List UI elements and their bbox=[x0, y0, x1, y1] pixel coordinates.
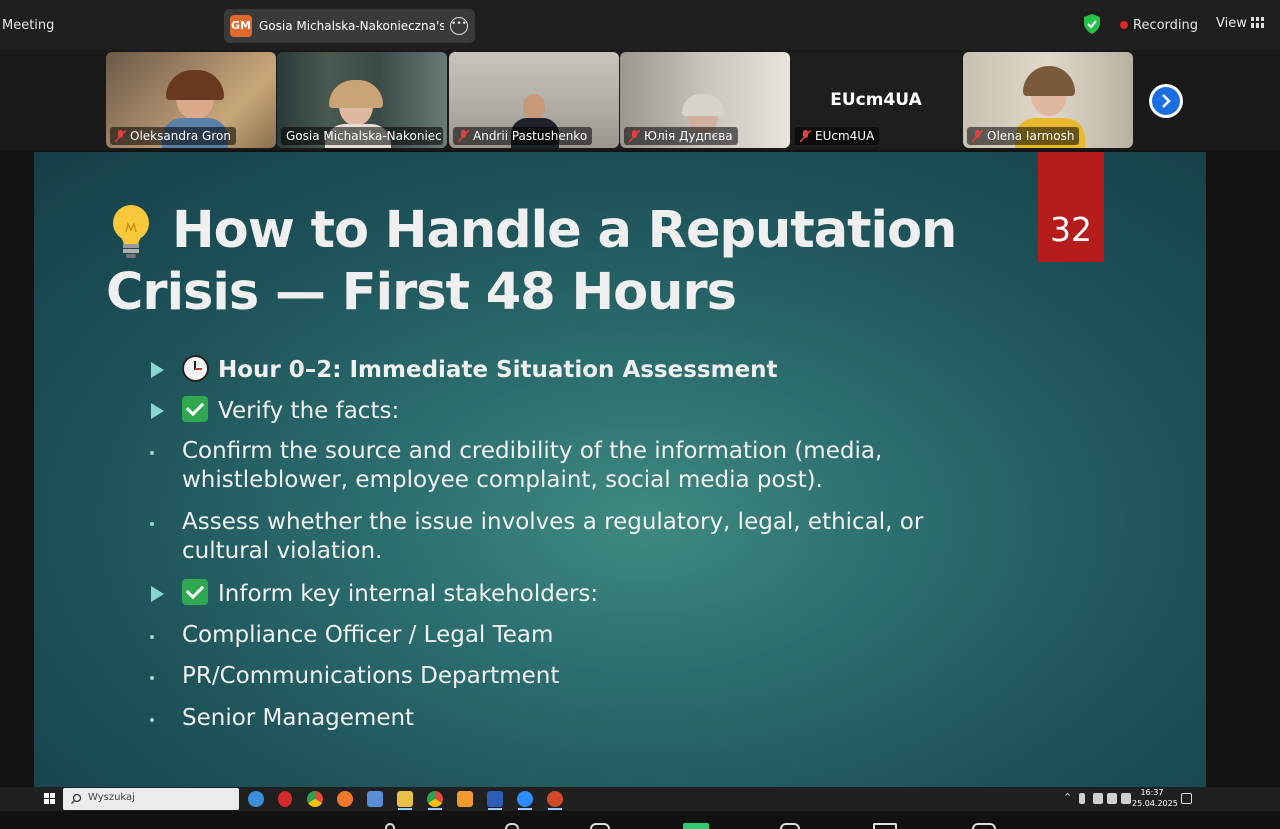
slide-title-line1: How to Handle a Reputation bbox=[172, 201, 957, 260]
reactions-icon[interactable] bbox=[780, 823, 800, 829]
active-app-indicator bbox=[428, 808, 442, 810]
check-icon bbox=[182, 579, 208, 605]
search-placeholder: Wyszukaj bbox=[88, 792, 135, 803]
participant-name: Gosia Michalska-Nakoniec... bbox=[281, 127, 443, 145]
active-app-indicator bbox=[488, 808, 502, 810]
participant-tile[interactable]: Olena Iarmosh bbox=[963, 52, 1133, 148]
participant-tile[interactable]: EUcm4UA EUcm4UA bbox=[791, 52, 961, 148]
chrome-profile-icon[interactable] bbox=[427, 791, 443, 807]
next-participants-button[interactable] bbox=[1149, 84, 1183, 118]
mic-muted-icon bbox=[629, 130, 640, 142]
windows-taskbar: Wyszukaj ⌃ 16:37 25.04.2025 bbox=[0, 787, 1280, 811]
bullet-text: PR/Communications Department bbox=[182, 663, 560, 689]
search-icon bbox=[71, 793, 82, 804]
paint-icon[interactable] bbox=[457, 791, 473, 807]
slide-number: 32 bbox=[1050, 210, 1092, 249]
active-app-indicator bbox=[518, 808, 532, 810]
volume-icon[interactable] bbox=[1121, 793, 1131, 804]
mic-muted-icon bbox=[115, 130, 126, 142]
bullet-text: Senior Management bbox=[182, 705, 415, 731]
zoom-controls-bar bbox=[0, 811, 1280, 829]
system-time[interactable]: 16:37 bbox=[1137, 788, 1167, 797]
folder-icon[interactable] bbox=[397, 791, 413, 807]
chrome-icon[interactable] bbox=[307, 791, 323, 807]
word-icon[interactable] bbox=[487, 791, 503, 807]
taskbar-search[interactable]: Wyszukaj bbox=[63, 788, 239, 810]
slide-title: How to Handle a Reputation Crisis — Firs… bbox=[106, 200, 1006, 324]
slide-title-line2: Crisis — First 48 Hours bbox=[106, 263, 737, 322]
display-icon[interactable] bbox=[1093, 793, 1103, 804]
participant-name: Юлія Дудпєва bbox=[624, 127, 738, 145]
shield-check-icon[interactable] bbox=[1083, 14, 1101, 34]
meeting-title: Meeting bbox=[2, 18, 55, 33]
recording-label[interactable]: Recording bbox=[1133, 18, 1198, 33]
participants-icon[interactable] bbox=[590, 823, 610, 829]
bullet-text: Compliance Officer / Legal Team bbox=[182, 622, 554, 648]
edge-icon[interactable] bbox=[248, 791, 264, 807]
participant-face bbox=[523, 94, 545, 120]
chevron-right-icon bbox=[1162, 94, 1171, 108]
slide-number-badge: 32 bbox=[1038, 152, 1104, 262]
participant-name: Andrii Pastushenko bbox=[453, 127, 593, 145]
participant-name: Olena Iarmosh bbox=[967, 127, 1080, 145]
dot-bullet-icon bbox=[150, 522, 154, 526]
screen-share-label: Gosia Michalska-Nakonieczna's s bbox=[259, 19, 444, 33]
battery-icon[interactable] bbox=[1107, 793, 1117, 804]
active-app-indicator bbox=[548, 808, 562, 810]
check-icon bbox=[182, 396, 208, 422]
more-icon[interactable] bbox=[972, 823, 996, 829]
bullet-text: Inform key internal stakeholders: bbox=[218, 581, 599, 607]
dot-bullet-icon bbox=[150, 635, 154, 639]
bullet-text: Assess whether the issue involves a regu… bbox=[182, 509, 924, 564]
participant-tile[interactable]: Юлія Дудпєва bbox=[620, 52, 790, 148]
system-date[interactable]: 25.04.2025 bbox=[1132, 799, 1178, 808]
teams-icon[interactable] bbox=[367, 791, 383, 807]
recording-dot-icon bbox=[1120, 21, 1128, 29]
participant-tile[interactable]: Andrii Pastushenko bbox=[449, 52, 619, 148]
grid-view-icon[interactable] bbox=[1251, 17, 1264, 28]
participant-display-name: EUcm4UA bbox=[830, 90, 922, 110]
share-screen-icon[interactable] bbox=[683, 823, 709, 829]
dot-bullet-icon bbox=[150, 451, 154, 455]
participant-name: EUcm4UA bbox=[795, 127, 880, 145]
triangle-bullet-icon bbox=[151, 403, 164, 419]
chevron-up-icon[interactable]: ⌃ bbox=[1063, 791, 1072, 804]
participant-strip: Oleksandra Gron Gosia Michalska-Nakoniec… bbox=[0, 50, 1280, 150]
shared-screen: 32 How to Handle a Reputation Crisis — F… bbox=[0, 150, 1280, 787]
bullet-text: Hour 0–2: Immediate Situation Assessment bbox=[218, 357, 778, 383]
bullet-text: Verify the facts: bbox=[218, 398, 400, 424]
participant-name: Oleksandra Gron bbox=[110, 127, 236, 145]
powerpoint-icon[interactable] bbox=[547, 791, 563, 807]
mic-muted-icon bbox=[800, 130, 811, 142]
mic-muted-icon bbox=[972, 130, 983, 142]
presentation-slide: 32 How to Handle a Reputation Crisis — F… bbox=[34, 152, 1206, 787]
microphone-icon[interactable] bbox=[1079, 793, 1085, 804]
dot-bullet-icon bbox=[150, 718, 154, 722]
meeting-top-bar: Meeting GM Gosia Michalska-Nakonieczna's… bbox=[0, 0, 1280, 50]
zoom-icon[interactable] bbox=[517, 791, 533, 807]
dot-bullet-icon bbox=[150, 676, 154, 680]
mic-muted-icon bbox=[458, 130, 469, 142]
windows-start-icon[interactable] bbox=[44, 793, 55, 804]
opera-icon[interactable] bbox=[278, 791, 292, 807]
notification-icon[interactable] bbox=[1181, 793, 1192, 804]
chat-icon[interactable] bbox=[873, 823, 897, 829]
triangle-bullet-icon bbox=[151, 586, 164, 602]
firefox-icon[interactable] bbox=[337, 791, 353, 807]
screen-share-indicator[interactable]: GM Gosia Michalska-Nakonieczna's s ••• bbox=[224, 9, 475, 43]
participant-tile-active[interactable]: Gosia Michalska-Nakoniec... bbox=[277, 52, 447, 148]
sharer-avatar: GM bbox=[230, 15, 252, 37]
clock-icon bbox=[182, 355, 209, 382]
active-app-indicator bbox=[398, 808, 412, 810]
participant-tile[interactable]: Oleksandra Gron bbox=[106, 52, 276, 148]
ellipsis-icon[interactable]: ••• bbox=[450, 17, 468, 35]
triangle-bullet-icon bbox=[151, 362, 164, 378]
view-button[interactable]: View bbox=[1216, 16, 1247, 31]
audio-icon[interactable] bbox=[385, 823, 395, 829]
video-icon[interactable] bbox=[505, 823, 519, 829]
bullet-text: Confirm the source and credibility of th… bbox=[182, 438, 883, 493]
